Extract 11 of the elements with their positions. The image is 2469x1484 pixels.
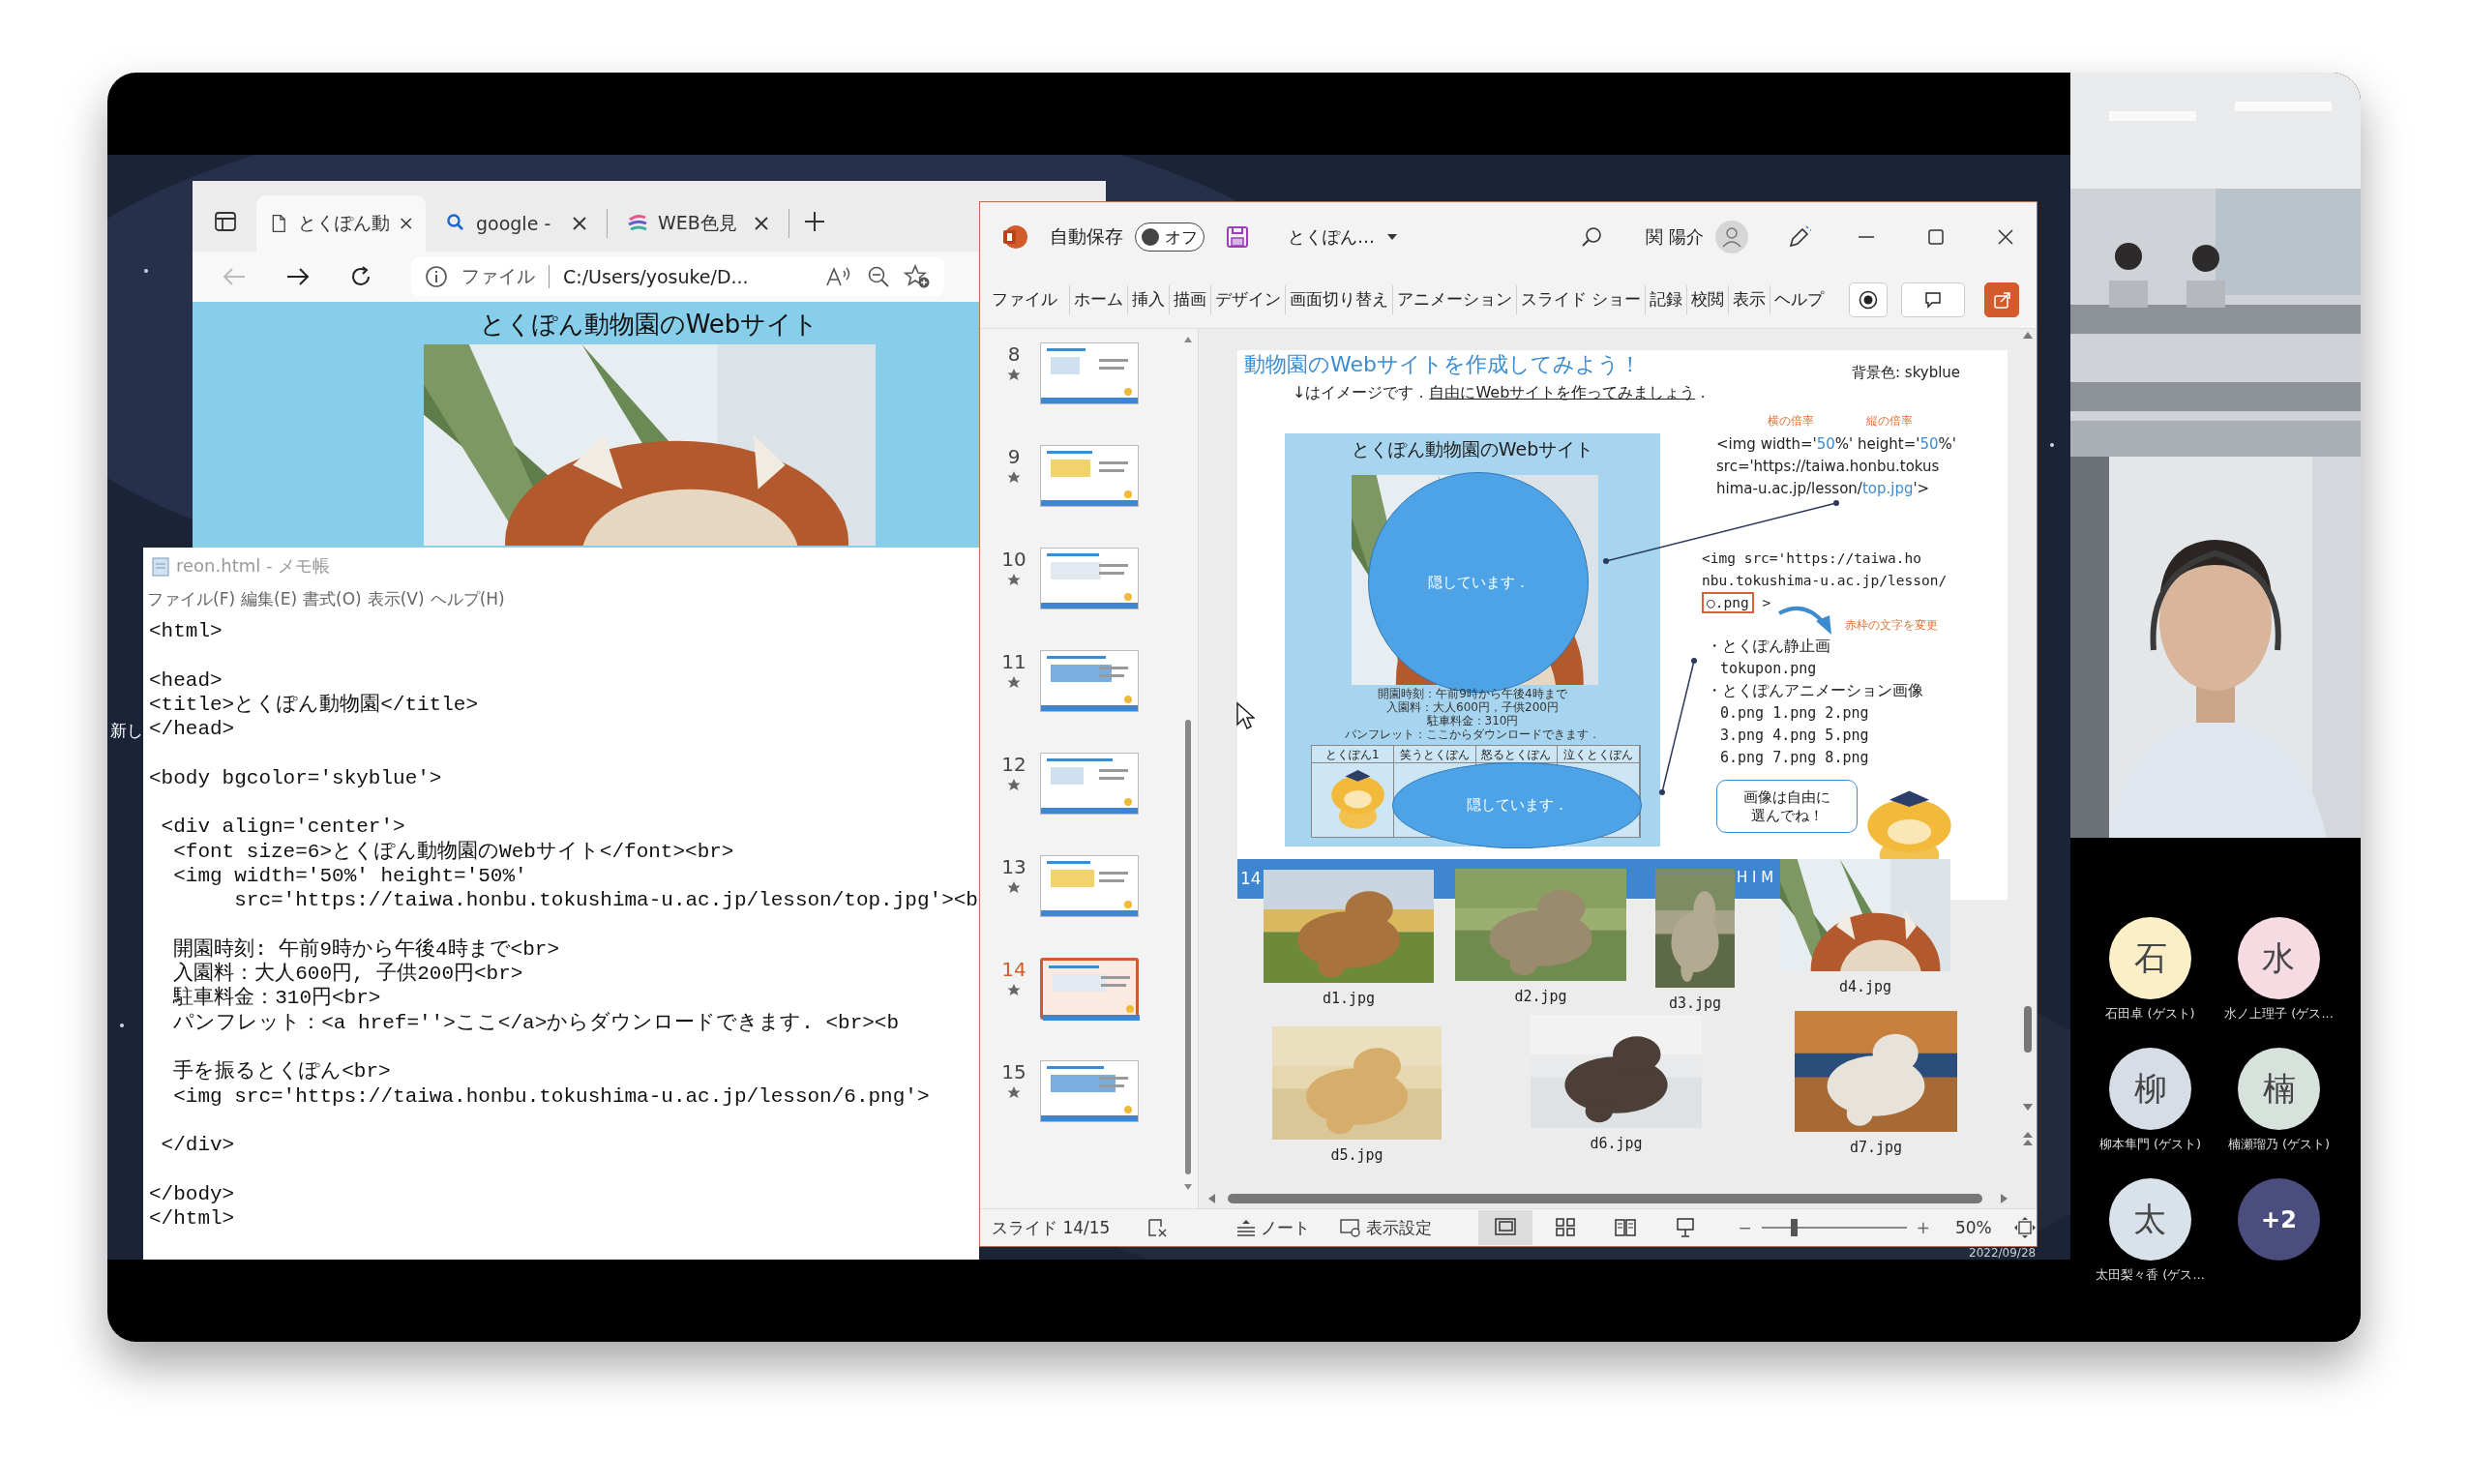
participant-name: 楠瀬瑠乃 (ゲスト)	[2227, 1136, 2331, 1153]
avatar: 石	[2109, 917, 2191, 999]
more-participants-button[interactable]: +2	[2238, 1178, 2320, 1261]
avatar: 太	[2109, 1178, 2191, 1261]
participant-name: 柳本隼門 (ゲスト)	[2098, 1136, 2202, 1153]
avatar: 水	[2238, 917, 2320, 999]
avatar: 楠	[2238, 1048, 2320, 1130]
participant-name: 水ノ上理子 (ゲス...	[2224, 1005, 2334, 1023]
participant-name: 太田梨々香 (ゲス...	[2096, 1266, 2205, 1284]
participant-name: 石田卓 (ゲスト)	[2105, 1005, 2195, 1023]
avatar: 柳	[2109, 1048, 2191, 1130]
